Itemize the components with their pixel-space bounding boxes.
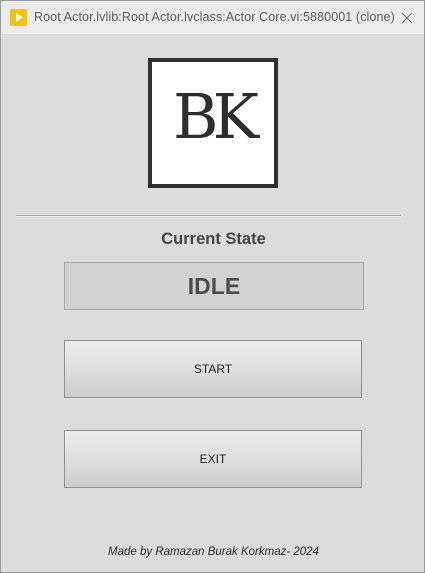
current-state-indicator: IDLE: [64, 262, 364, 310]
app-window: Root Actor.lvlib:Root Actor.lvclass:Acto…: [0, 0, 425, 573]
current-state-label: Current State: [161, 230, 266, 248]
current-state-value: IDLE: [187, 272, 241, 299]
close-button[interactable]: [390, 1, 424, 34]
title-bar[interactable]: Root Actor.lvlib:Root Actor.lvclass:Acto…: [1, 1, 424, 34]
exit-button[interactable]: EXIT: [64, 430, 362, 488]
exit-button-label: EXIT: [199, 452, 227, 466]
footer-credit: Made by Ramazan Burak Korkmaz- 2024: [108, 546, 319, 558]
close-icon: [401, 12, 413, 23]
divider: [16, 215, 401, 217]
start-button-label: START: [193, 362, 233, 376]
logo-letters: BK: [173, 80, 261, 153]
bk-logo: BK: [148, 58, 278, 188]
start-button[interactable]: START: [64, 340, 362, 398]
window-title: Root Actor.lvlib:Root Actor.lvclass:Acto…: [34, 10, 395, 24]
labview-run-icon: [10, 9, 27, 26]
